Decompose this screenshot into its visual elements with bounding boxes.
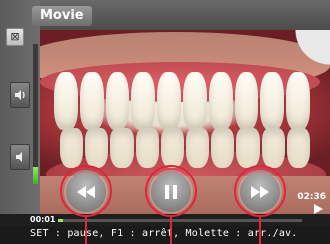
- pause-icon: [165, 185, 177, 199]
- play-indicator-icon: [314, 204, 323, 214]
- close-button[interactable]: ⊠: [6, 28, 24, 46]
- video-upper-teeth: [54, 72, 310, 130]
- rewind-button[interactable]: [66, 172, 106, 212]
- volume-slider[interactable]: [33, 44, 38, 184]
- pause-button[interactable]: [151, 172, 191, 212]
- volume-up-button[interactable]: [10, 82, 30, 108]
- left-control-panel: ⊠: [0, 0, 40, 216]
- callout-line-fast-forward: [259, 216, 261, 244]
- window-title: Movie: [32, 6, 92, 26]
- total-time: 02:36: [297, 192, 326, 202]
- volume-down-button[interactable]: [10, 144, 30, 170]
- seek-progress-fill: [58, 219, 63, 222]
- callout-line-rewind: [85, 216, 87, 244]
- current-time: 00:01: [30, 215, 56, 224]
- video-lower-teeth: [60, 128, 311, 168]
- seek-bar[interactable]: [58, 219, 302, 222]
- callout-line-pause: [170, 216, 172, 244]
- movie-player-screen: ⊠ Movie 02:36 00:01 SET : pause, F1 : ar…: [0, 0, 330, 244]
- fast-forward-icon: [251, 186, 269, 198]
- status-help-text: SET : pause, F1 : arrêt, Molette : arr./…: [30, 228, 298, 239]
- fast-forward-button[interactable]: [240, 172, 280, 212]
- volume-level-fill: [33, 167, 38, 184]
- rewind-icon: [77, 186, 95, 198]
- corner-page-curl: [294, 30, 330, 66]
- speaker-loud-icon: [15, 90, 25, 100]
- speaker-quiet-icon: [16, 152, 22, 162]
